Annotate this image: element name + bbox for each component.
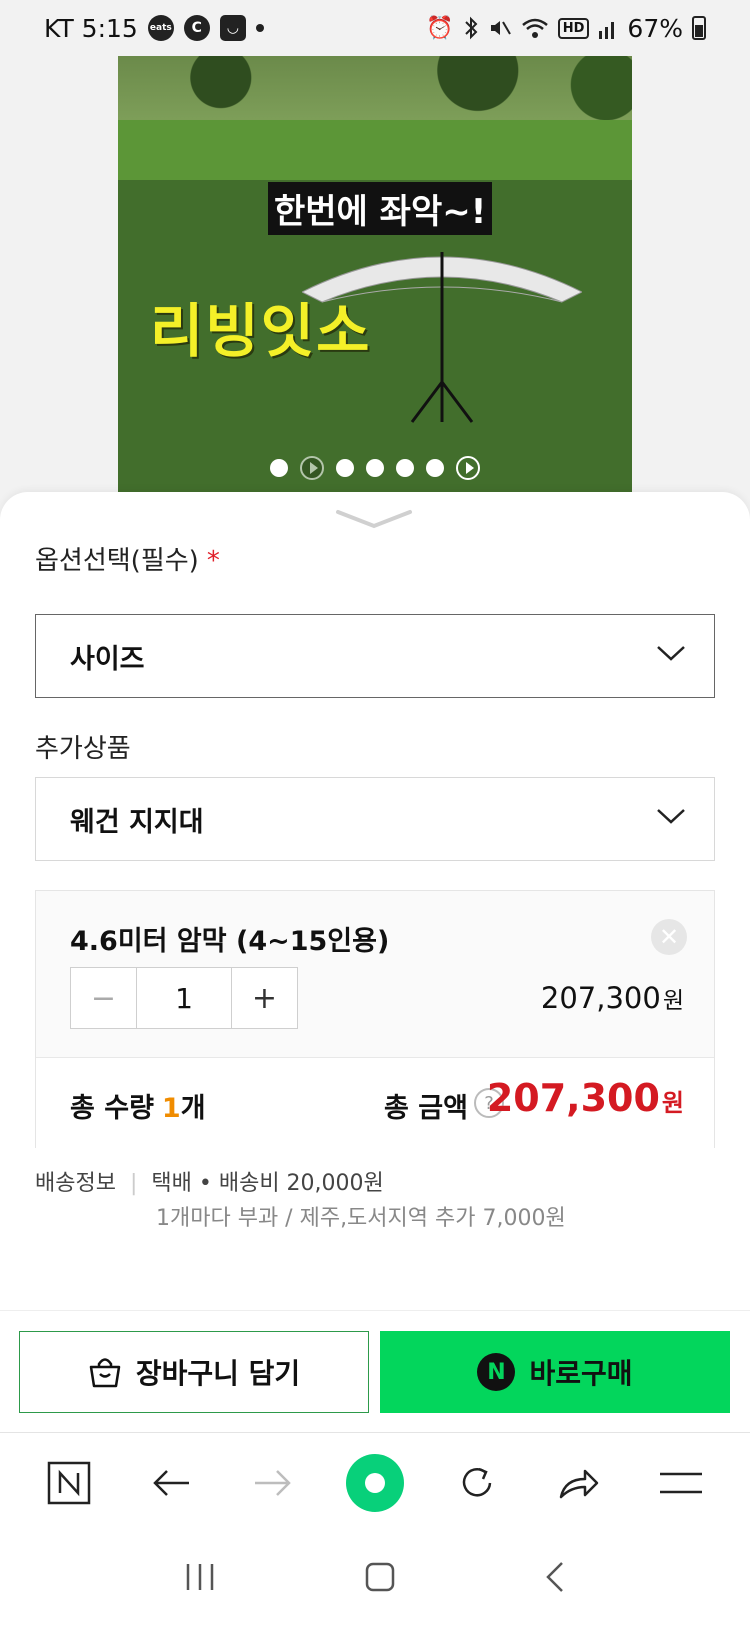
decrease-quantity-button[interactable]: − xyxy=(71,968,137,1028)
battery-percent: 67% xyxy=(627,13,683,43)
play-icon[interactable] xyxy=(456,456,480,480)
refresh-button[interactable] xyxy=(447,1453,507,1513)
shopping-bag-icon xyxy=(89,1358,121,1388)
selected-option-name: 4.6미터 암막 (4~15인용) xyxy=(70,926,390,957)
required-mark: * xyxy=(206,546,220,576)
carousel-dot[interactable] xyxy=(426,459,444,477)
c-app-icon: C xyxy=(183,15,210,41)
shipping-info: 배송정보 | 택배 • 배송비 20,000원 xyxy=(35,1165,384,1197)
total-price: 207,300원 xyxy=(486,1076,684,1120)
status-time: KT 5:15 xyxy=(44,13,138,43)
green-home-button[interactable] xyxy=(345,1453,405,1513)
shopping-app-icon: ◡ xyxy=(219,15,246,41)
mute-icon xyxy=(488,16,512,40)
green-dot-icon xyxy=(346,1453,404,1512)
order-summary: 총 수량 1개 총 금액 ? 207,300원 xyxy=(36,1058,714,1148)
chevron-left-icon xyxy=(546,1561,563,1592)
hd-voice-icon: HD xyxy=(557,17,590,39)
image-brand-title: 리빙잇소 xyxy=(150,297,372,365)
addon-section-label: 추가상품 xyxy=(35,734,131,764)
naver-n-icon xyxy=(47,1461,91,1504)
shipping-label: 배송정보 xyxy=(35,1171,116,1196)
selected-option-card: 4.6미터 암막 (4~15인용) ✕ − 1 + 207,300원 총 수량 1… xyxy=(35,890,715,1148)
bluetooth-icon xyxy=(463,16,479,40)
arrow-left-icon xyxy=(153,1469,189,1496)
home-square-icon xyxy=(365,1562,395,1591)
total-quantity: 총 수량 1개 xyxy=(70,1093,206,1124)
signal-icon xyxy=(598,17,618,39)
hamburger-menu-icon xyxy=(660,1472,702,1493)
carousel-dot[interactable] xyxy=(396,459,414,477)
option-price: 207,300원 xyxy=(540,981,684,1015)
recent-apps-button[interactable] xyxy=(184,1562,216,1596)
forward-button[interactable] xyxy=(243,1453,303,1513)
carousel-dot[interactable] xyxy=(366,459,384,477)
buy-now-button[interactable]: N 바로구매 xyxy=(380,1331,730,1413)
battery-icon xyxy=(692,16,706,40)
shipping-fee: 택배 • 배송비 20,000원 xyxy=(151,1171,384,1196)
wifi-icon xyxy=(521,16,549,40)
collapse-handle-icon[interactable] xyxy=(334,506,414,532)
alarm-icon: ⏰ xyxy=(426,15,454,41)
quantity-value[interactable]: 1 xyxy=(137,968,231,1028)
eats-app-icon: eats xyxy=(147,15,174,41)
share-icon xyxy=(559,1469,599,1498)
refresh-icon xyxy=(462,1467,492,1497)
naver-pay-icon: N xyxy=(477,1353,516,1391)
menu-button[interactable] xyxy=(651,1453,711,1513)
more-notifications-dot xyxy=(255,24,264,32)
carousel-dot[interactable] xyxy=(270,459,288,477)
add-to-cart-button[interactable]: 장바구니 담기 xyxy=(19,1331,369,1413)
purchase-action-bar: 장바구니 담기 N 바로구매 xyxy=(0,1310,750,1432)
chevron-down-icon xyxy=(657,809,685,824)
back-button[interactable] xyxy=(141,1453,201,1513)
recent-apps-icon xyxy=(186,1563,214,1590)
share-button[interactable] xyxy=(549,1453,609,1513)
add-to-cart-label: 장바구니 담기 xyxy=(135,1357,301,1390)
carousel-dot[interactable] xyxy=(336,459,354,477)
shipping-extra-fee: 1개마다 부과 / 제주,도서지역 추가 7,000원 xyxy=(156,1206,566,1231)
addon-select[interactable]: 웨건 지지대 xyxy=(35,777,715,861)
total-price-label: 총 금액 xyxy=(384,1093,468,1124)
increase-quantity-button[interactable]: + xyxy=(231,968,297,1028)
size-select-value: 사이즈 xyxy=(70,643,145,675)
product-image-carousel[interactable]: 한번에 좌악~! 리빙잇소 xyxy=(118,56,632,496)
arrow-right-icon xyxy=(255,1469,291,1496)
system-navigation-bar xyxy=(0,1532,750,1625)
home-button[interactable] xyxy=(364,1561,396,1597)
browser-toolbar xyxy=(0,1432,750,1532)
quantity-stepper: − 1 + xyxy=(70,967,298,1029)
video-dot-icon[interactable] xyxy=(300,456,324,480)
naver-home-button[interactable] xyxy=(39,1453,99,1513)
chevron-down-icon xyxy=(657,646,685,661)
size-select[interactable]: 사이즈 xyxy=(35,614,715,698)
image-caption: 한번에 좌악~! xyxy=(268,182,493,235)
separator: | xyxy=(129,1171,138,1196)
system-back-button[interactable] xyxy=(544,1560,566,1598)
status-bar: KT 5:15 eats C ◡ ⏰ HD 67% xyxy=(0,0,750,56)
addon-select-value: 웨건 지지대 xyxy=(70,806,204,838)
carousel-indicator xyxy=(118,456,632,480)
buy-now-label: 바로구매 xyxy=(529,1357,633,1390)
remove-option-button[interactable]: ✕ xyxy=(651,919,687,955)
option-section-label: 옵션선택(필수) * xyxy=(35,546,220,576)
